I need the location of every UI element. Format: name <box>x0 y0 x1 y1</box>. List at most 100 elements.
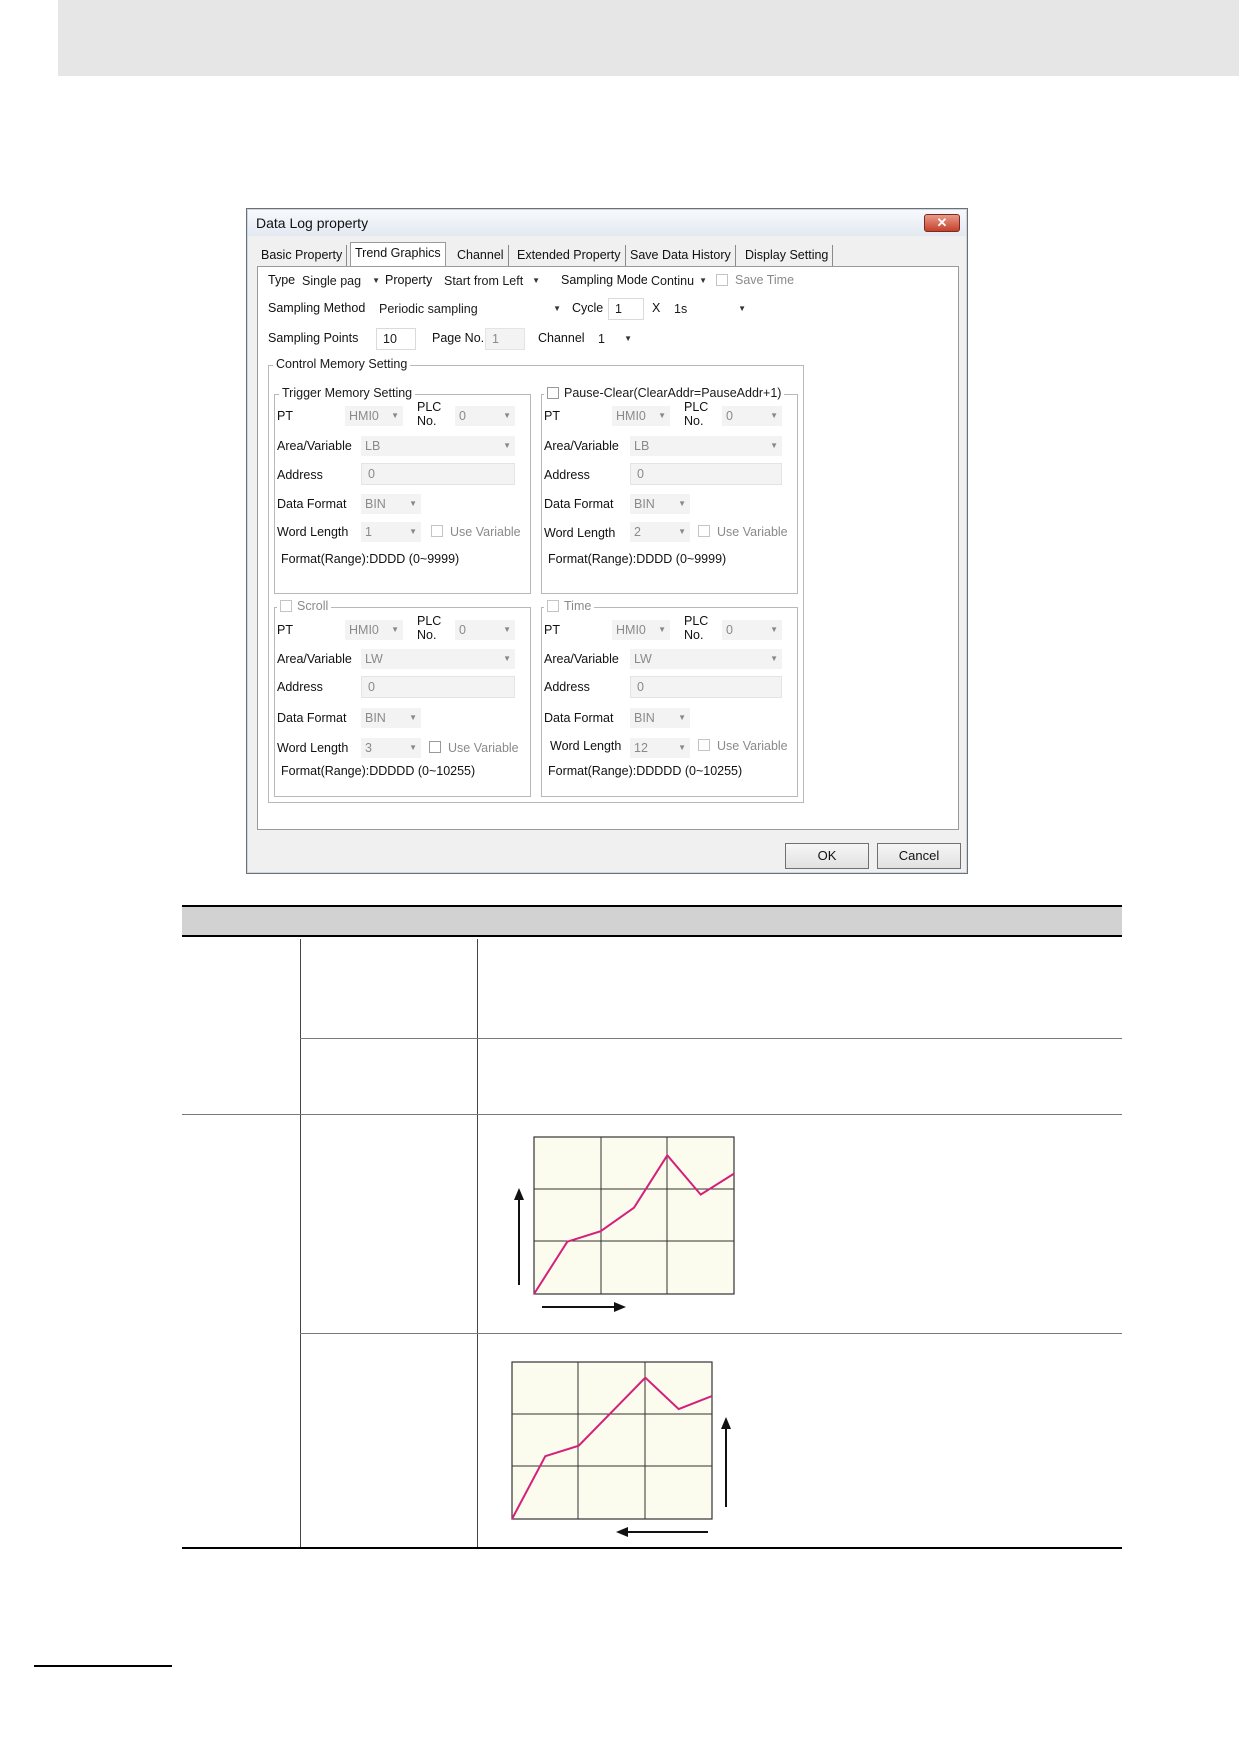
time-plc-no-select[interactable]: 0 ▼ <box>722 620 782 640</box>
data-format-label: Data Format <box>277 711 347 725</box>
trigger-pt-select[interactable]: HMI0 ▼ <box>345 406 403 426</box>
close-button[interactable]: ✕ <box>924 214 960 232</box>
page-header-band <box>58 0 1239 76</box>
sampling-mode-select[interactable]: Continu ▼ <box>647 271 711 291</box>
time-data-format-select[interactable]: BIN ▼ <box>630 708 690 728</box>
address-label: Address <box>544 680 590 694</box>
dropdown-arrow-icon: ▼ <box>532 276 540 285</box>
tab-trend-graphics[interactable]: Trend Graphics <box>350 242 446 267</box>
dropdown-arrow-icon: ▼ <box>658 625 666 634</box>
page-no-input[interactable]: 1 <box>485 328 525 350</box>
dropdown-arrow-icon: ▼ <box>372 276 380 285</box>
trigger-plc-no-select[interactable]: 0 ▼ <box>455 406 515 426</box>
scroll-title[interactable]: Scroll <box>277 599 332 613</box>
use-variable-label: Use Variable <box>448 741 519 755</box>
scroll-format-range: Format(Range):DDDDD (0~10255) <box>281 764 476 778</box>
control-memory-title: Control Memory Setting <box>273 357 411 371</box>
time-format-range: Format(Range):DDDDD (0~10255) <box>548 764 743 778</box>
save-time-checkbox[interactable] <box>716 274 728 286</box>
trigger-format-range: Format(Range):DDDD (0~9999) <box>281 552 460 566</box>
word-length-label: Word Length <box>277 741 349 755</box>
scroll-group: Scroll PT HMI0 ▼ PLC No. 0 ▼ Area/Variable … <box>274 599 531 797</box>
pause-area-select[interactable]: LB ▼ <box>630 436 782 456</box>
trigger-area-select[interactable]: LB ▼ <box>361 436 515 456</box>
dropdown-arrow-icon: ▼ <box>409 713 417 722</box>
tab-channel[interactable]: Channel <box>453 245 509 267</box>
sampling-points-label: Sampling Points <box>268 331 359 345</box>
ok-button[interactable]: OK <box>785 843 869 869</box>
pause-address-input[interactable]: 0 <box>630 463 782 485</box>
tab-save-data-history[interactable]: Save Data History <box>626 245 736 267</box>
trigger-address-input[interactable]: 0 <box>361 463 515 485</box>
area-variable-label: Area/Variable <box>544 652 619 666</box>
word-length-label: Word Length <box>544 526 616 540</box>
right-arrow-head-icon <box>614 1302 626 1312</box>
dropdown-arrow-icon: ▼ <box>678 499 686 508</box>
tab-extended-property[interactable]: Extended Property <box>513 245 626 267</box>
dropdown-arrow-icon: ▼ <box>409 499 417 508</box>
time-word-length-select[interactable]: 12 ▼ <box>630 738 690 758</box>
pause-plc-no-select[interactable]: 0 ▼ <box>722 406 782 426</box>
tab-display-setting[interactable]: Display Setting <box>741 245 834 267</box>
property-select[interactable]: Start from Left ▼ <box>440 271 544 291</box>
scroll-area-select[interactable]: LW ▼ <box>361 649 515 669</box>
use-variable-label: Use Variable <box>717 739 788 753</box>
pause-use-variable-checkbox[interactable] <box>698 525 710 537</box>
time-group: Time PT HMI0 ▼ PLC No. 0 ▼ Area/Variable LW… <box>541 599 798 797</box>
use-variable-label: Use Variable <box>717 525 788 539</box>
time-address-input[interactable]: 0 <box>630 676 782 698</box>
scroll-checkbox <box>280 600 292 612</box>
up-arrow-head-icon <box>514 1188 524 1200</box>
sampling-points-input[interactable]: 10 <box>376 328 416 350</box>
time-use-variable-checkbox[interactable] <box>698 739 710 751</box>
scroll-data-format-select[interactable]: BIN ▼ <box>361 708 421 728</box>
dropdown-arrow-icon: ▼ <box>770 654 778 663</box>
pause-word-length-select[interactable]: 2 ▼ <box>630 522 690 542</box>
dropdown-arrow-icon: ▼ <box>553 304 561 313</box>
scroll-address-input[interactable]: 0 <box>361 676 515 698</box>
trigger-memory-group: Trigger Memory Setting PT HMI0 ▼ PLC No. 0… <box>274 386 531 594</box>
scroll-pt-select[interactable]: HMI0 ▼ <box>345 620 403 640</box>
dropdown-arrow-icon: ▼ <box>738 304 746 313</box>
multiply-label: X <box>652 301 661 315</box>
scroll-word-length-select[interactable]: 3 ▼ <box>361 738 421 758</box>
table-row-divider <box>300 1333 1122 1334</box>
data-format-label: Data Format <box>277 497 347 511</box>
word-length-label: Word Length <box>277 525 349 539</box>
control-memory-group: Control Memory Setting Trigger Memory Se… <box>268 357 804 803</box>
cycle-input[interactable]: 1 <box>608 298 644 320</box>
trigger-data-format-select[interactable]: BIN ▼ <box>361 494 421 514</box>
address-label: Address <box>544 468 590 482</box>
dropdown-arrow-icon: ▼ <box>503 411 511 420</box>
scroll-plc-no-select[interactable]: 0 ▼ <box>455 620 515 640</box>
data-format-label: Data Format <box>544 711 614 725</box>
tab-basic-property[interactable]: Basic Property <box>257 245 348 267</box>
pause-clear-group: Pause-Clear(ClearAddr=PauseAddr+1) PT HM… <box>541 386 798 594</box>
page-no-label: Page No. <box>432 331 485 345</box>
table-row-divider <box>300 1038 1122 1039</box>
type-select[interactable]: Single pag ▼ <box>298 271 384 291</box>
trigger-use-variable-checkbox[interactable] <box>431 525 443 537</box>
time-pt-select[interactable]: HMI0 ▼ <box>612 620 670 640</box>
plc-no-label: PLC No. <box>684 614 709 642</box>
pause-pt-select[interactable]: HMI0 ▼ <box>612 406 670 426</box>
pause-data-format-select[interactable]: BIN ▼ <box>630 494 690 514</box>
left-arrow-head-icon <box>616 1527 628 1537</box>
dropdown-arrow-icon: ▼ <box>678 713 686 722</box>
cycle-unit-select[interactable]: 1s ▼ <box>670 299 750 319</box>
time-area-select[interactable]: LW ▼ <box>630 649 782 669</box>
pt-label: PT <box>544 409 560 423</box>
trigger-word-length-select[interactable]: 1 ▼ <box>361 522 421 542</box>
scroll-use-variable-checkbox[interactable] <box>429 741 441 753</box>
dropdown-arrow-icon: ▼ <box>624 334 632 343</box>
diagram-grid-background <box>533 1136 735 1295</box>
up-arrow-head-icon <box>721 1417 731 1429</box>
type-label: Type <box>268 273 296 287</box>
channel-select[interactable]: 1 ▼ <box>594 329 636 349</box>
use-variable-label: Use Variable <box>450 525 521 539</box>
pause-clear-title[interactable]: Pause-Clear(ClearAddr=PauseAddr+1) <box>544 386 785 400</box>
sampling-method-select[interactable]: Periodic sampling ▼ <box>375 299 565 319</box>
time-title[interactable]: Time <box>544 599 595 613</box>
address-label: Address <box>277 468 323 482</box>
cancel-button[interactable]: Cancel <box>877 843 961 869</box>
